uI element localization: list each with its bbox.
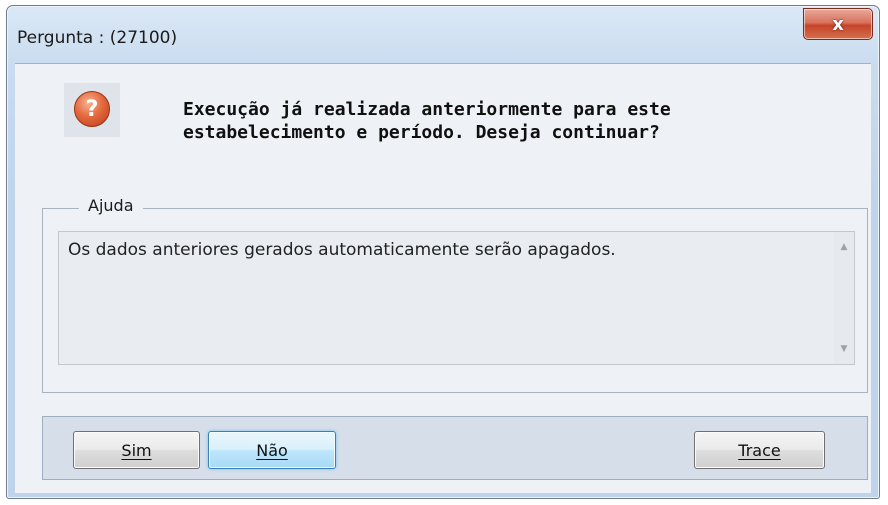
- scroll-down-icon[interactable]: ▼: [834, 338, 854, 360]
- nao-button-label: Não: [256, 440, 288, 460]
- dialog-body: ? Execução já realizada anteriormente pa…: [15, 63, 871, 493]
- help-group: Ajuda Os dados anteriores gerados automa…: [42, 196, 868, 393]
- dialog-window: Pergunta : (27100) x ? Execução já reali…: [6, 5, 880, 499]
- trace-button[interactable]: Trace: [694, 431, 825, 469]
- trace-button-label: Trace: [738, 440, 781, 460]
- window-title: Pergunta : (27100): [17, 28, 178, 48]
- icon-container: ?: [64, 83, 120, 137]
- scroll-up-icon[interactable]: ▲: [834, 236, 854, 258]
- close-button[interactable]: x: [803, 8, 873, 40]
- help-text-area[interactable]: Os dados anteriores gerados automaticame…: [58, 231, 855, 365]
- title-bar[interactable]: Pergunta : (27100) x: [7, 6, 879, 64]
- nao-button[interactable]: Não: [208, 431, 336, 469]
- close-icon: x: [832, 13, 844, 35]
- button-bar: Sim Não Trace: [42, 416, 868, 480]
- question-message: Execução já realizada anteriormente para…: [183, 99, 671, 143]
- sim-button-label: Sim: [121, 440, 152, 460]
- question-icon: ?: [74, 91, 110, 127]
- help-scrollbar[interactable]: ▲ ▼: [834, 232, 854, 364]
- sim-button[interactable]: Sim: [73, 431, 200, 469]
- help-group-label: Ajuda: [79, 196, 143, 215]
- help-text: Os dados anteriores gerados automaticame…: [68, 240, 616, 260]
